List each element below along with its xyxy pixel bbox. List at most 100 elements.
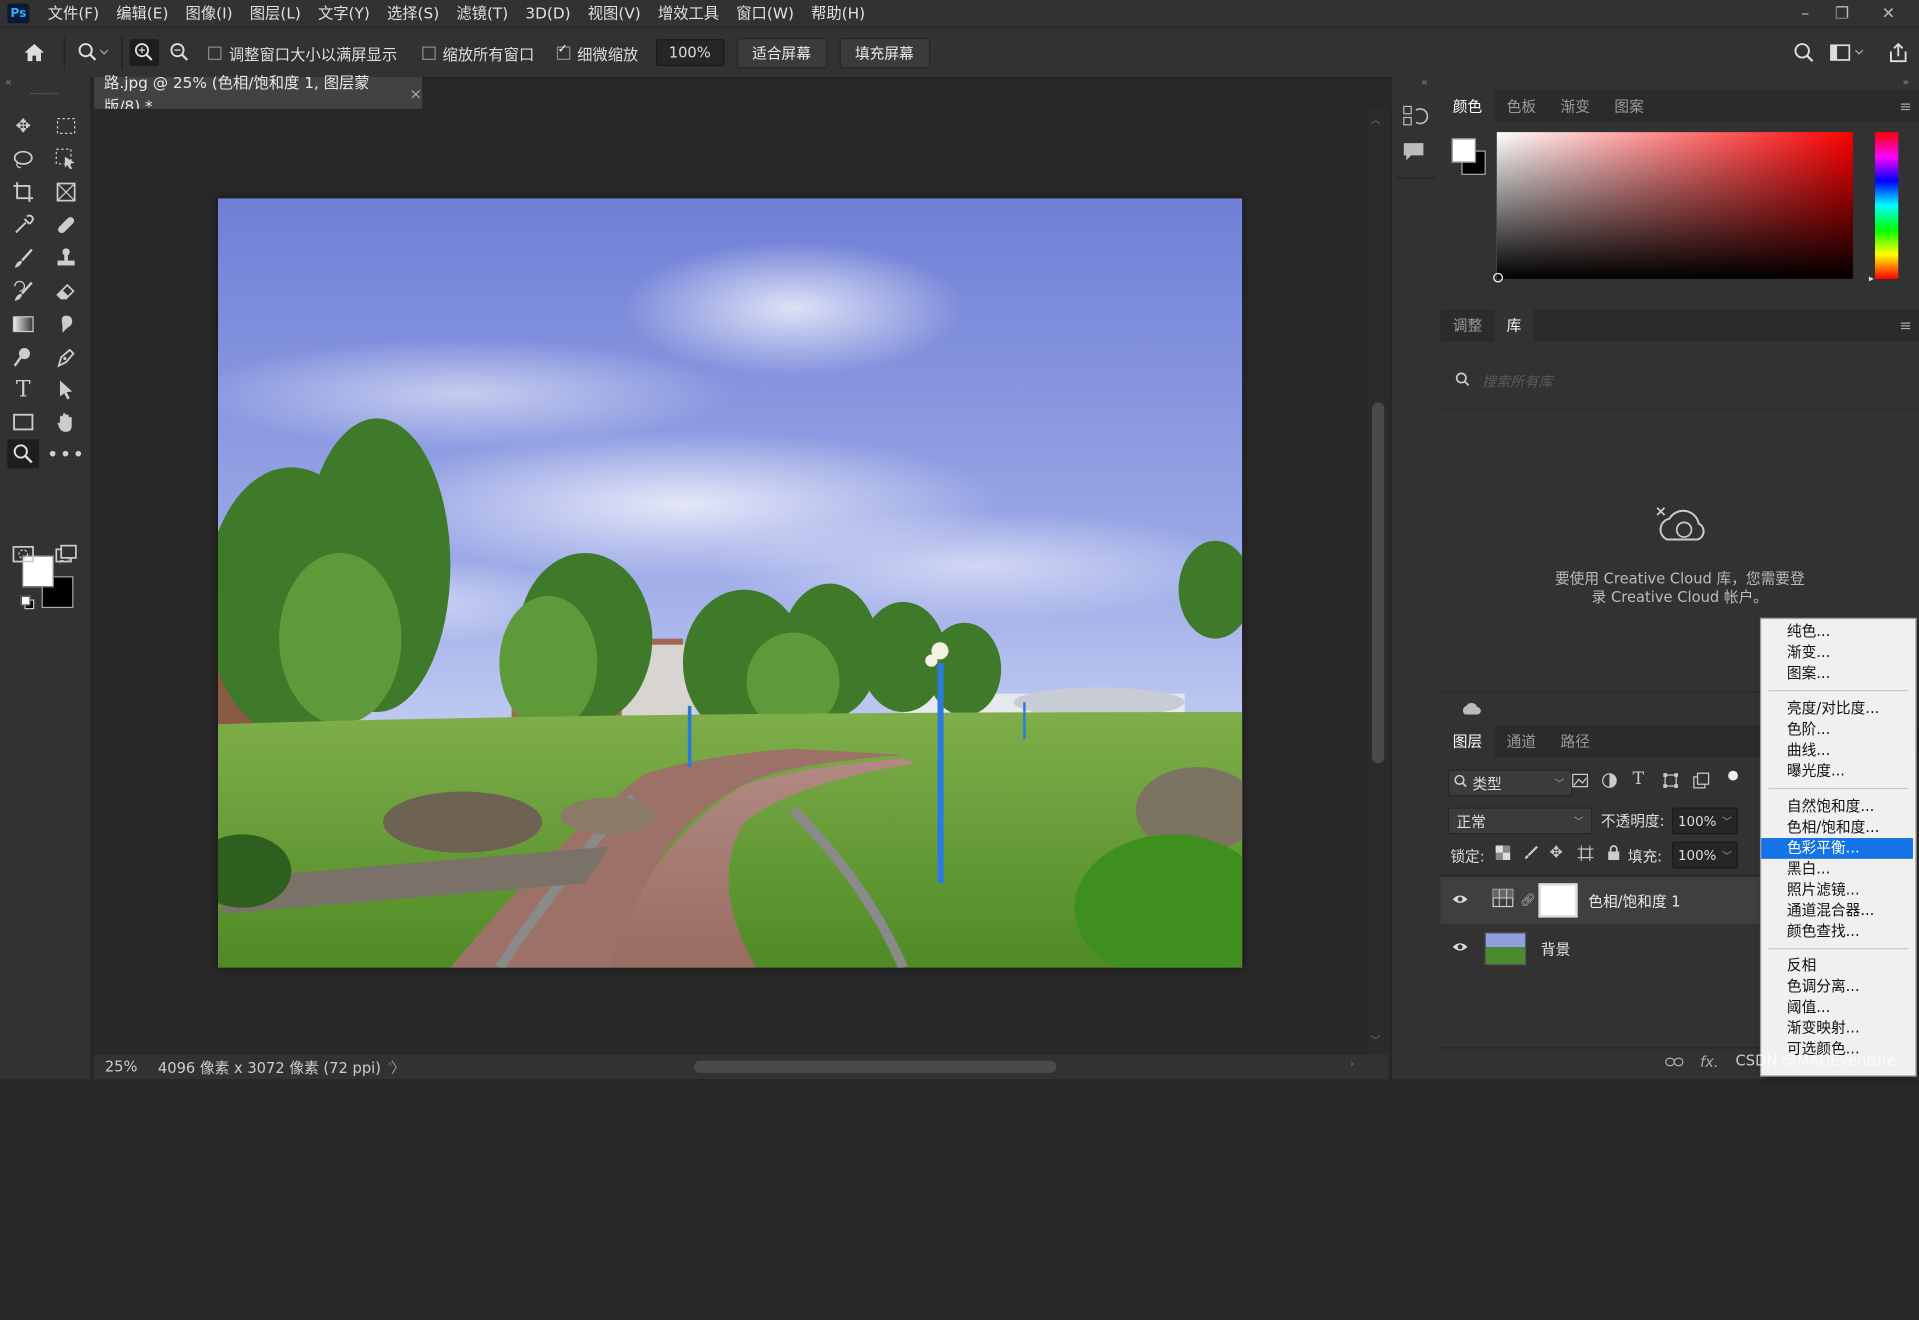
smudge-tool-icon[interactable] [50,310,82,339]
tab-adjustments[interactable]: 调整 [1441,310,1495,342]
default-colors-icon[interactable] [20,595,35,610]
layer-row-hue-saturation[interactable]: 🔗︎ 色相/饱和度 1 [1440,877,1760,924]
rectangle-tool-icon[interactable] [7,407,39,436]
tab-color[interactable]: 颜色 [1440,90,1495,123]
menu-item-photo-filter[interactable]: 照片滤镜... [1761,880,1913,901]
menu-window[interactable]: 窗口(W) [728,0,803,27]
path-selection-tool-icon[interactable] [50,374,82,403]
type-tool-icon[interactable]: T [7,374,39,403]
menu-item-pattern[interactable]: 图案... [1761,663,1913,684]
history-panel-icon[interactable] [1399,104,1429,136]
marquee-tool-icon[interactable] [50,111,82,140]
screen-mode-icon[interactable] [50,540,82,569]
vertical-scrollbar[interactable]: ︿ ﹀ [1367,108,1390,1055]
opacity-field[interactable]: 100% ﹀ [1671,807,1738,835]
tab-libraries[interactable]: 库 [1494,309,1534,342]
filter-adjustment-icon[interactable] [1601,772,1618,794]
lock-transparent-icon[interactable] [1495,845,1511,865]
home-icon[interactable] [12,39,56,66]
healing-brush-tool-icon[interactable] [50,210,82,239]
object-selection-tool-icon[interactable] [50,144,82,173]
layer-thumbnail[interactable] [1484,931,1527,965]
menu-item-posterize[interactable]: 色调分离... [1761,976,1913,997]
frame-tool-icon[interactable] [50,177,82,206]
clone-stamp-tool-icon[interactable] [50,243,82,272]
lasso-tool-icon[interactable] [7,144,39,173]
layer-mask-thumbnail[interactable] [1538,883,1578,918]
link-layers-icon[interactable] [1665,1055,1685,1073]
close-document-icon[interactable]: × [409,84,422,102]
layer-visibility-eye-icon[interactable] [1452,939,1469,957]
document-image[interactable] [217,198,1243,968]
menu-item-levels[interactable]: 色阶... [1761,719,1913,740]
menu-item-vibrance[interactable]: 自然饱和度... [1761,796,1913,817]
filter-toggle-icon[interactable] [1728,770,1738,781]
menu-type[interactable]: 文字(Y) [309,0,378,27]
tab-patterns[interactable]: 图案 [1602,91,1656,123]
gradient-tool-icon[interactable] [7,310,39,339]
tab-paths[interactable]: 路径 [1548,725,1602,757]
menu-item-curves[interactable]: 曲线... [1761,740,1913,761]
zoom-out-icon[interactable] [164,39,196,66]
collapse-right-icon[interactable]: » [1903,77,1910,89]
history-brush-tool-icon[interactable] [7,276,39,305]
more-tools-icon[interactable]: ••• [47,439,84,468]
color-panel-menu-icon[interactable]: ≡ [1899,98,1911,115]
lock-artboard-icon[interactable] [1577,845,1594,866]
menu-item-channel-mixer[interactable]: 通道混合器... [1761,900,1913,921]
tab-gradients[interactable]: 渐变 [1548,91,1602,123]
zoom-tool-icon[interactable] [7,439,40,469]
filter-shape-icon[interactable] [1662,772,1679,794]
fill-screen-button[interactable]: 填充屏幕 [839,37,930,68]
brush-tool-icon[interactable] [7,243,39,272]
filter-pixel-icon[interactable] [1571,772,1589,794]
menu-item-gradient[interactable]: 渐变... [1761,642,1913,663]
canvas-area[interactable] [94,108,1368,1055]
menu-edit[interactable]: 编辑(E) [108,0,177,27]
dodge-tool-icon[interactable] [7,343,39,372]
tab-channels[interactable]: 通道 [1494,725,1548,757]
panel-fg-swatch[interactable] [1451,138,1477,163]
zoom-percent-field[interactable]: 100% [655,39,724,67]
menu-view[interactable]: 视图(V) [579,0,649,27]
menu-plugins[interactable]: 增效工具 [649,0,727,27]
layer-name[interactable]: 背景 [1541,938,1570,959]
collapse-tools-icon[interactable]: « [5,77,12,89]
horizontal-scroll-thumb[interactable] [693,1060,1057,1073]
crop-tool-icon[interactable] [7,177,39,206]
tab-layers[interactable]: 图层 [1440,725,1495,758]
vertical-scroll-thumb[interactable] [1371,402,1385,764]
lock-image-icon[interactable] [1524,845,1539,865]
layer-name[interactable]: 色相/饱和度 1 [1588,890,1680,911]
eraser-tool-icon[interactable] [50,276,82,305]
layer-visibility-eye-icon[interactable] [1452,891,1469,909]
tab-swatches[interactable]: 色板 [1494,91,1548,123]
zoom-all-checkbox[interactable]: 缩放所有窗口 [421,41,534,64]
zoom-in-icon[interactable] [129,39,160,67]
menu-item-invert[interactable]: 反相 [1761,955,1913,976]
hand-tool-icon[interactable] [50,407,82,436]
color-field[interactable] [1493,132,1853,283]
comments-panel-icon[interactable] [1401,141,1425,168]
library-panel-menu-icon[interactable]: ≡ [1899,317,1911,334]
menu-item-color-lookup[interactable]: 颜色查找... [1761,921,1913,942]
document-tab[interactable]: 路.jpg @ 25% (色相/饱和度 1, 图层蒙版/8) * × [94,73,423,115]
filter-smart-object-icon[interactable] [1693,772,1710,794]
quick-mask-icon[interactable] [7,540,39,569]
move-tool-icon[interactable]: ✥ [7,111,39,140]
status-zoom[interactable]: 25% [94,1058,148,1075]
cloud-sync-icon[interactable] [1460,700,1482,722]
menu-item-brightness-contrast[interactable]: 亮度/对比度... [1761,699,1913,720]
hue-slider[interactable] [1875,132,1899,279]
menu-layer[interactable]: 图层(L) [241,0,309,27]
menu-item-solid-color[interactable]: 纯色... [1761,621,1913,642]
layer-filter-dropdown[interactable]: 类型 ﹀ [1447,769,1573,797]
lock-position-icon[interactable]: ✥ [1549,844,1562,862]
close-window-button[interactable]: ✕ [1870,0,1907,27]
menu-item-gradient-map[interactable]: 渐变映射... [1761,1018,1913,1039]
lock-all-icon[interactable] [1607,844,1620,865]
menu-file[interactable]: 文件(F) [39,0,107,27]
menu-item-hue-saturation[interactable]: 色相/饱和度... [1761,817,1913,838]
menu-help[interactable]: 帮助(H) [802,0,873,27]
status-menu-arrow[interactable]: 〉 [391,1056,406,1077]
